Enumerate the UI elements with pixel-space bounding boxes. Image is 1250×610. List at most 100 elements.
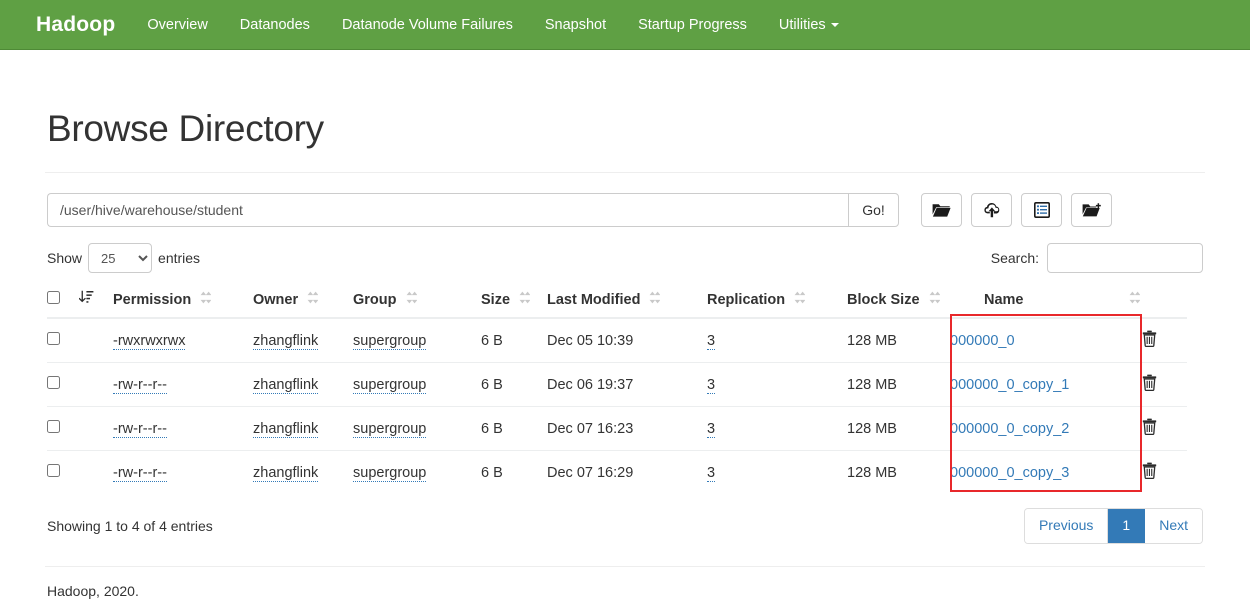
delete-file-button[interactable] [1142, 462, 1157, 482]
header-owner-label: Owner [253, 292, 299, 308]
header-select-all[interactable] [47, 283, 79, 319]
files-table-body: -rwxrwxrwx zhangflink supergroup 6 B Dec… [47, 317, 1187, 494]
row-select-checkbox[interactable] [47, 464, 60, 477]
datatable-footer: Showing 1 to 4 of 4 entries Previous 1 N… [45, 508, 1205, 544]
navbar-links: Overview Datanodes Datanode Volume Failu… [131, 0, 854, 50]
footer-text: Hadoop, 2020. [47, 582, 139, 599]
row-select-checkbox[interactable] [47, 376, 60, 389]
delete-file-button[interactable] [1142, 330, 1157, 350]
sort-both-icon [406, 291, 417, 308]
cut-paste-button[interactable] [1021, 193, 1062, 227]
nav-item-datanode-volume-failures[interactable]: Datanode Volume Failures [326, 0, 529, 50]
owner-link[interactable]: zhangflink [253, 376, 319, 394]
sort-both-icon [519, 291, 531, 308]
sort-both-icon [200, 291, 212, 308]
path-input-group: Go! [47, 193, 899, 227]
nav-item-utilities[interactable]: Utilities [763, 0, 855, 50]
file-name-link[interactable]: 000000_0_copy_1 [950, 377, 1069, 393]
header-name[interactable]: Name [950, 283, 1142, 319]
row-checkbox-cell[interactable] [47, 406, 79, 451]
row-checkbox-cell[interactable] [47, 450, 79, 494]
pagination-next[interactable]: Next [1145, 509, 1202, 543]
pagination-previous[interactable]: Previous [1024, 509, 1109, 543]
cell-block-size: 128 MB [847, 362, 950, 407]
replication-link[interactable]: 3 [707, 420, 716, 438]
trash-icon [1142, 374, 1157, 394]
pagination-controls: Previous 1 Next [1023, 508, 1203, 544]
browse-folder-button[interactable] [921, 193, 962, 227]
entries-length-control: Show 25 50 100 entries [47, 243, 200, 273]
file-name-link[interactable]: 000000_0_copy_2 [950, 421, 1069, 437]
select-all-checkbox[interactable] [47, 291, 60, 304]
permission-link[interactable]: -rwxrwxrwx [113, 332, 186, 350]
header-block-size[interactable]: Block Size [847, 283, 950, 319]
row-checkbox-cell[interactable] [47, 317, 79, 363]
row-select-checkbox[interactable] [47, 332, 60, 345]
file-name-link[interactable]: 000000_0 [950, 333, 1015, 349]
cell-delete [1142, 450, 1187, 494]
cell-replication: 3 [707, 406, 847, 451]
entries-label: entries [158, 250, 201, 266]
nav-item-datanodes[interactable]: Datanodes [224, 0, 326, 50]
create-directory-button[interactable] [1071, 193, 1112, 227]
nav-item-overview[interactable]: Overview [131, 0, 223, 50]
nav-item-startup-progress[interactable]: Startup Progress [622, 0, 763, 50]
header-permission[interactable]: Permission [113, 283, 253, 319]
permission-link[interactable]: -rw-r--r-- [113, 464, 167, 482]
replication-link[interactable]: 3 [707, 376, 716, 394]
group-link[interactable]: supergroup [353, 332, 427, 350]
entries-per-page-select[interactable]: 25 50 100 [88, 243, 153, 273]
search-label: Search: [990, 250, 1039, 266]
cell-name: 000000_0 [950, 317, 1142, 363]
delete-file-button[interactable] [1142, 374, 1157, 394]
header-last-modified-label: Last Modified [547, 292, 641, 308]
files-table: Permission Owner Group Size Last Modifie… [47, 283, 1187, 494]
header-sort-indicator[interactable] [78, 283, 113, 319]
cell-permission: -rw-r--r-- [113, 362, 253, 407]
header-name-label: Name [984, 292, 1024, 308]
cell-group: supergroup [353, 406, 481, 451]
caret-down-icon [830, 22, 839, 27]
cell-delete [1142, 362, 1187, 407]
replication-link[interactable]: 3 [707, 332, 716, 350]
go-button[interactable]: Go! [848, 193, 899, 227]
owner-link[interactable]: zhangflink [253, 464, 319, 482]
delete-file-button[interactable] [1142, 418, 1157, 438]
row-checkbox-cell[interactable] [47, 362, 79, 407]
file-name-link[interactable]: 000000_0_copy_3 [950, 465, 1069, 481]
directory-tool-buttons [921, 193, 1112, 227]
search-input[interactable] [1047, 243, 1203, 273]
replication-link[interactable]: 3 [707, 464, 716, 482]
path-input[interactable] [47, 193, 848, 227]
pagination-page-1[interactable]: 1 [1108, 509, 1146, 543]
permission-link[interactable]: -rw-r--r-- [113, 376, 167, 394]
footer-divider [45, 565, 1205, 567]
header-last-modified[interactable]: Last Modified [547, 283, 707, 319]
navbar-brand-hadoop[interactable]: Hadoop [0, 0, 131, 50]
header-actions [1142, 283, 1187, 319]
cell-replication: 3 [707, 362, 847, 407]
upload-files-button[interactable] [971, 193, 1012, 227]
permission-link[interactable]: -rw-r--r-- [113, 420, 167, 438]
owner-link[interactable]: zhangflink [253, 332, 319, 350]
header-size[interactable]: Size [481, 283, 547, 319]
main-container: Browse Directory Go! [45, 108, 1205, 599]
header-owner[interactable]: Owner [253, 283, 353, 319]
sort-both-icon [794, 291, 806, 308]
owner-link[interactable]: zhangflink [253, 420, 319, 438]
header-group[interactable]: Group [353, 283, 481, 319]
row-select-checkbox[interactable] [47, 420, 60, 433]
nav-item-snapshot[interactable]: Snapshot [529, 0, 622, 50]
nav-item-datanode-volume-failures-label: Datanode Volume Failures [341, 16, 513, 33]
nav-item-overview-label: Overview [147, 16, 208, 33]
cell-size: 6 B [481, 362, 547, 407]
cell-delete [1142, 317, 1187, 363]
group-link[interactable]: supergroup [353, 420, 427, 438]
group-link[interactable]: supergroup [353, 464, 427, 482]
nav-item-startup-progress-label: Startup Progress [638, 16, 747, 33]
row-spacer-cell [79, 317, 113, 363]
cloud-upload-icon [982, 202, 1002, 218]
group-link[interactable]: supergroup [353, 376, 427, 394]
header-replication[interactable]: Replication [707, 283, 847, 319]
search-control: Search: [991, 243, 1203, 273]
